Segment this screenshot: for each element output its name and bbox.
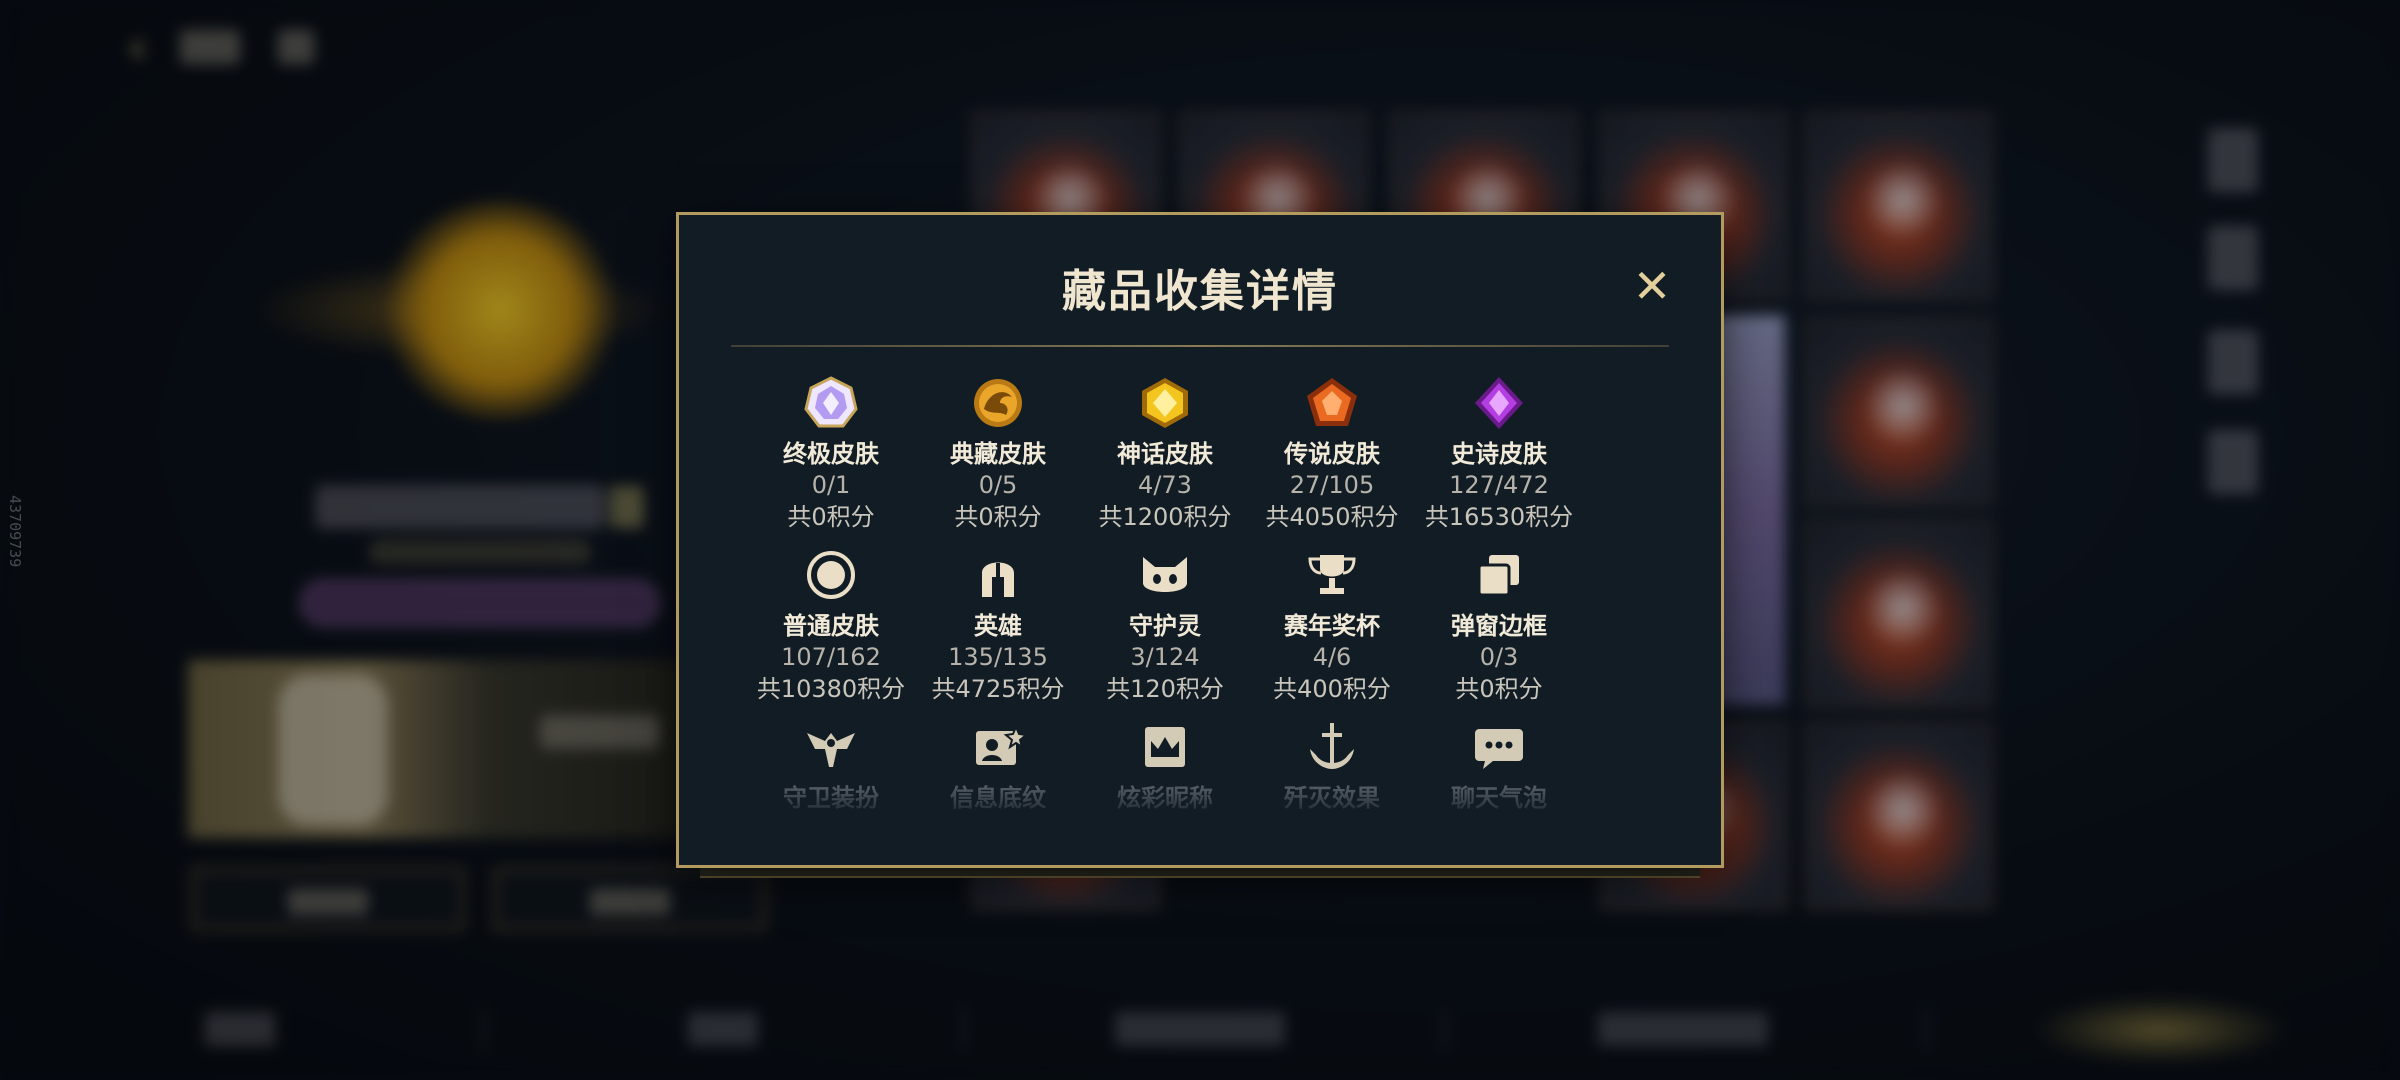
category-name: 赛年奖杯 bbox=[1284, 612, 1380, 640]
category-name: 普通皮肤 bbox=[783, 612, 879, 640]
helmet-icon bbox=[982, 562, 1014, 597]
category-name: 传说皮肤 bbox=[1284, 440, 1380, 468]
chat-bubble-icon bbox=[1475, 729, 1523, 769]
legend-gem-icon bbox=[1307, 378, 1357, 426]
category-name: 信息底纹 bbox=[950, 784, 1046, 812]
side-id-text: 43709739 bbox=[6, 495, 24, 568]
category-points: 共0积分 bbox=[787, 503, 875, 531]
category-count: 107/162 bbox=[781, 643, 881, 671]
category-count: 0/1 bbox=[811, 471, 851, 499]
category-points: 共16530积分 bbox=[1424, 503, 1574, 531]
category-name: 歼灭效果 bbox=[1284, 784, 1380, 812]
category-points: 共1200积分 bbox=[1098, 503, 1232, 531]
category-collector-skin[interactable]: 典藏皮肤 0/5 共0积分 bbox=[908, 375, 1088, 533]
category-name: 聊天气泡 bbox=[1451, 784, 1547, 812]
category-ward-skin[interactable]: 守卫装扮 bbox=[741, 719, 921, 813]
collector-dragon-icon bbox=[974, 379, 1022, 427]
category-name: 神话皮肤 bbox=[1117, 440, 1213, 468]
category-epic-skin[interactable]: 史诗皮肤 127/472 共16530积分 bbox=[1409, 375, 1589, 533]
frame-stack-icon bbox=[1477, 555, 1519, 597]
trophy-icon bbox=[1308, 555, 1356, 594]
category-season-trophy[interactable]: 赛年奖杯 4/6 共400积分 bbox=[1242, 547, 1422, 705]
ring-icon bbox=[807, 551, 855, 599]
category-legend-skin[interactable]: 传说皮肤 27/105 共4050积分 bbox=[1242, 375, 1422, 533]
category-count: 4/6 bbox=[1312, 643, 1352, 671]
category-count: 4/73 bbox=[1138, 471, 1192, 499]
category-kill-effect[interactable]: 歼灭效果 bbox=[1242, 719, 1422, 813]
crown-card-icon bbox=[1145, 727, 1185, 767]
category-info-pattern[interactable]: 信息底纹 bbox=[908, 719, 1088, 813]
category-count: 135/135 bbox=[948, 643, 1048, 671]
category-points: 共0积分 bbox=[1455, 675, 1543, 703]
anchor-icon bbox=[1310, 723, 1354, 769]
category-points: 共4725积分 bbox=[931, 675, 1065, 703]
category-points: 共10380积分 bbox=[756, 675, 906, 703]
category-count: 127/472 bbox=[1449, 471, 1549, 499]
category-chat-bubble[interactable]: 聊天气泡 bbox=[1409, 719, 1589, 813]
category-name: 终极皮肤 bbox=[783, 440, 879, 468]
category-count: 0/5 bbox=[978, 471, 1018, 499]
category-name: 守卫装扮 bbox=[783, 784, 879, 812]
category-name: 英雄 bbox=[974, 612, 1022, 640]
pet-face-icon bbox=[1143, 557, 1187, 592]
category-guardian-pet[interactable]: 守护灵 3/124 共120积分 bbox=[1075, 547, 1255, 705]
category-points: 共400积分 bbox=[1273, 675, 1391, 703]
category-popup-frame[interactable]: 弹窗边框 0/3 共0积分 bbox=[1409, 547, 1589, 705]
modal-title: 藏品收集详情 bbox=[1062, 266, 1338, 317]
category-name: 史诗皮肤 bbox=[1451, 440, 1547, 468]
category-count: 27/105 bbox=[1289, 471, 1375, 499]
title-divider bbox=[731, 345, 1669, 347]
category-ultimate-skin[interactable]: 终极皮肤 0/1 共0积分 bbox=[741, 375, 921, 533]
close-icon[interactable]: ✕ bbox=[1629, 263, 1675, 309]
category-count: 3/124 bbox=[1130, 643, 1200, 671]
category-count: 0/3 bbox=[1479, 643, 1519, 671]
mythic-gem-icon bbox=[1142, 378, 1188, 428]
category-points: 共4050积分 bbox=[1265, 503, 1399, 531]
card-pattern-icon bbox=[976, 724, 1026, 765]
category-name: 炫彩昵称 bbox=[1117, 784, 1213, 812]
category-hero[interactable]: 英雄 135/135 共4725积分 bbox=[908, 547, 1088, 705]
category-normal-skin[interactable]: 普通皮肤 107/162 共10380积分 bbox=[741, 547, 921, 705]
category-colorful-nickname[interactable]: 炫彩昵称 bbox=[1075, 719, 1255, 813]
category-name: 弹窗边框 bbox=[1451, 612, 1547, 640]
ward-icon bbox=[807, 733, 855, 767]
category-points: 共0积分 bbox=[954, 503, 1042, 531]
category-mythic-skin[interactable]: 神话皮肤 4/73 共1200积分 bbox=[1075, 375, 1255, 533]
epic-gem-icon bbox=[1475, 377, 1523, 429]
category-name: 守护灵 bbox=[1129, 612, 1201, 640]
category-points: 共120积分 bbox=[1106, 675, 1224, 703]
category-name: 典藏皮肤 bbox=[950, 440, 1046, 468]
collection-details-modal: 藏品收集详情 ✕ 终极皮肤 0/1 共0积分 典藏皮肤 0/5 共0积分 神话皮… bbox=[676, 212, 1724, 868]
ultimate-gem-icon bbox=[804, 376, 858, 428]
